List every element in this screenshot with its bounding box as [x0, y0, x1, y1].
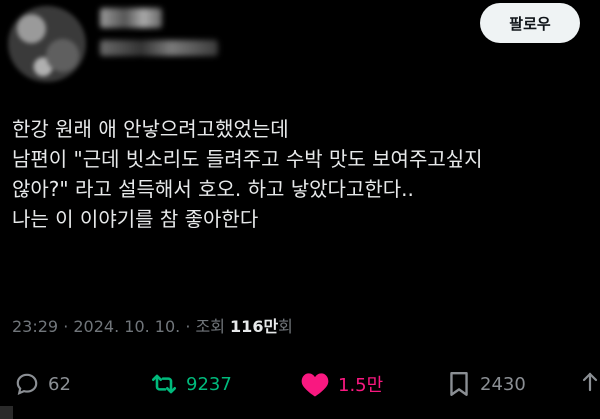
post-date[interactable]: 2024. 10. 10. [73, 317, 180, 336]
post-time[interactable]: 23:29 [12, 317, 58, 336]
tweet-line-2: 남편이 "근데 빗소리도 들려주고 수박 맛도 보여주고싶지 [12, 147, 483, 171]
like-heart-icon [300, 370, 330, 398]
tweet-line-4: 나는 이 이야기를 참 좋아한다 [12, 207, 259, 231]
retweet-icon [150, 371, 178, 397]
bookmark-icon [446, 370, 472, 398]
avatar[interactable] [8, 6, 86, 82]
share-button[interactable] [580, 364, 600, 404]
action-bar: 62 9237 1.5만 2430 [0, 364, 600, 404]
image-corner-mark [0, 406, 13, 419]
display-name-blurred[interactable] [100, 8, 162, 28]
like-count: 1.5만 [338, 375, 384, 396]
reply-count: 62 [48, 373, 71, 395]
retweet-count: 9237 [186, 373, 232, 395]
retweet-button[interactable]: 9237 [150, 364, 232, 404]
tweet-meta: 23:29 · 2024. 10. 10. · 조회 116만회 [12, 313, 293, 337]
follow-button[interactable]: 팔로우 [480, 3, 580, 43]
reply-icon [14, 371, 40, 397]
bookmark-count: 2430 [480, 373, 526, 395]
share-icon [580, 370, 600, 398]
tweet-line-1: 한강 원래 애 안낳으려고했었는데 [12, 117, 289, 141]
views-suffix: 회 [278, 317, 293, 336]
reply-button[interactable]: 62 [14, 364, 71, 404]
bookmark-button[interactable]: 2430 [446, 364, 526, 404]
username-blurred[interactable] [100, 40, 218, 56]
meta-separator-2: · [180, 317, 196, 336]
tweet-line-3: 않아?" 라고 설득해서 호오. 하고 낳았다고한다.. [12, 177, 414, 201]
views-count: 116만 [230, 317, 279, 336]
meta-separator: · [58, 317, 74, 336]
like-button[interactable]: 1.5만 [300, 364, 383, 404]
tweet-text: 한강 원래 애 안낳으려고했었는데 남편이 "근데 빗소리도 들려주고 수박 맛… [12, 114, 600, 234]
views-prefix: 조회 [195, 317, 231, 336]
